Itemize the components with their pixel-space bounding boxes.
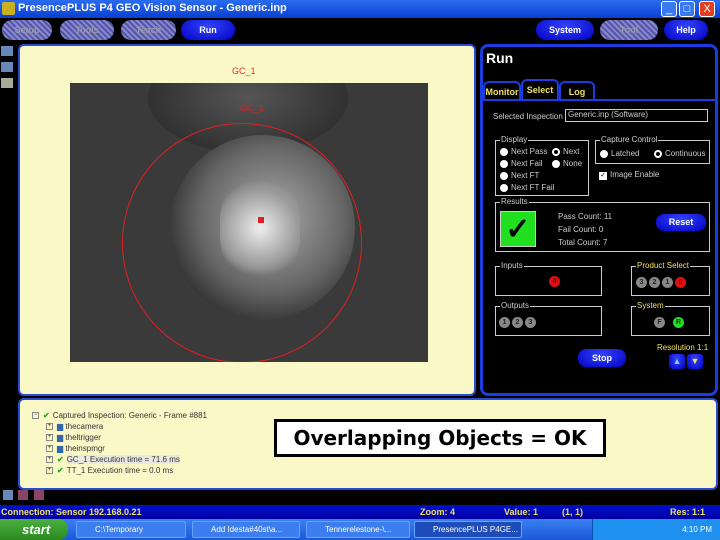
output-indicator: 1 [499,317,510,328]
product-select-group: Product Select 3210 [631,261,710,296]
teach-button[interactable]: Teach [121,20,176,40]
window-title: PresencePLUS P4 GEO Vision Sensor - Gene… [18,2,287,14]
radio-next-pass[interactable]: Next Pass [500,147,547,156]
radio-latched[interactable]: Latched [600,149,639,158]
run-title: Run [486,50,514,66]
tool-circle [122,123,362,362]
system-tray: 4:10 PM [592,519,720,540]
tree-root[interactable]: − ✔ Captured Inspection: Generic - Frame #… [32,411,207,420]
resolution-down-button[interactable]: ▼ [687,354,703,369]
fail-count: Fail Count: 0 [558,225,604,234]
radio-next-ft[interactable]: Next FT [500,171,539,180]
coords-status: (1, 1) [562,507,584,517]
display-group: Display Next Pass Next Fail Next FT Next… [495,135,589,196]
taskbar-item[interactable]: Add Idesta#40st\a... [192,521,300,538]
tools-button[interactable]: Tools [60,20,114,40]
radio-continuous[interactable]: Continuous [654,149,705,158]
radio-next-ft-fail[interactable]: Next FT Fail [500,183,554,192]
zoom-status: Zoom: 4 [420,507,455,517]
tool-button[interactable]: Tool [600,20,658,40]
results-group: Results ✓ Pass Count: 11 Fail Count: 0 T… [495,197,710,252]
outputs-label: Outputs [500,301,531,310]
tree-item[interactable]: + ▆ thecamera [46,422,103,431]
pass-count: Pass Count: 11 [558,212,613,221]
selected-inspection-field[interactable]: Generic.inp (Software) [565,109,708,122]
app-icon [2,2,15,15]
connection-status: Connection: Sensor 192.168.0.21 [1,507,142,517]
selected-inspection-label: Selected Inspection [493,112,563,121]
tab-monitor[interactable]: Monitor [483,81,521,101]
output-indicator: 3 [525,317,536,328]
run-button[interactable]: Run [181,20,235,40]
connect-icon[interactable] [3,490,13,500]
radio-next-fail[interactable]: Next Fail [500,159,543,168]
stop-button[interactable]: Stop [578,349,626,367]
pan-tool-icon[interactable] [1,62,13,72]
product-select-label: Product Select [636,261,691,270]
output-indicator: 2 [512,317,523,328]
capture-control-group: Capture Control Latched Continuous [595,135,710,164]
tool-label-top: GC_1 [232,66,256,76]
display-label: Display [500,135,529,144]
help-button[interactable]: Help [664,20,708,40]
res-status: Res: 1:1 [670,507,706,517]
status-bar: Connection: Sensor 192.168.0.21 Zoom: 4 … [0,505,720,519]
start-button[interactable]: start [0,519,68,540]
tree-item[interactable]: + ▆ theltrigger [46,433,101,442]
radio-none[interactable]: None [552,159,582,168]
results-label: Results [500,197,529,206]
inputs-group: Inputs 4 [495,261,602,296]
tab-select[interactable]: Select [521,79,559,99]
clock: 4:10 PM [682,525,712,534]
radio-next[interactable]: Next [552,147,579,156]
tool-label-red: GC_1 [240,103,264,113]
system-label: System [636,301,665,310]
capture-control-label: Capture Control [600,135,659,144]
network-icon[interactable] [34,490,44,500]
minimize-button[interactable]: _ [661,1,677,17]
setup-button[interactable]: Setup [2,20,52,40]
tree-item[interactable]: + ✔ GC_1 Execution time = 71.6 ms [46,455,180,464]
pointer-tool-icon[interactable] [1,78,13,88]
reset-button[interactable]: Reset [656,214,706,231]
resolution-up-button[interactable]: ▲ [669,354,685,369]
product-indicator: 2 [649,277,660,288]
run-panel: Run Monitor Select Log Selected Inspecti… [480,44,718,396]
inputs-label: Inputs [500,261,524,270]
image-enable-checkbox[interactable]: ✓ Image Enable [599,170,659,180]
taskbar-item[interactable]: C:\Temporary [76,521,186,538]
taskbar-item-active[interactable]: PresencePLUS P4GE... [414,521,522,538]
tool-center-marker [258,217,264,223]
camera-image[interactable]: GC_1 [70,83,428,362]
system-indicator: R [673,317,684,328]
tab-log[interactable]: Log [559,81,595,101]
tree-item[interactable]: + ✔ TT_1 Execution time = 0.0 ms [46,466,173,475]
system-button[interactable]: System [536,20,594,40]
input-indicator: 4 [549,276,560,287]
product-indicator: 0 [675,277,686,288]
tree-item[interactable]: + ▆ theinspmgr [46,444,105,453]
total-count: Total Count: 7 [558,238,608,247]
title-bar: PresencePLUS P4 GEO Vision Sensor - Gene… [0,0,720,18]
disconnect-icon[interactable] [18,490,28,500]
outputs-group: Outputs 123 [495,301,602,336]
resolution-label: Resolution 1:1 [657,343,709,352]
overlay-caption: Overlapping Objects = OK [274,419,606,457]
system-indicator: F [654,317,665,328]
taskbar-item[interactable]: Tennerelestone-\... [306,521,410,538]
maximize-button[interactable]: □ [679,1,695,17]
product-indicator: 1 [662,277,673,288]
system-group: System FR [631,301,710,336]
zoom-tool-icon[interactable] [1,46,13,56]
pass-check-icon: ✓ [500,211,536,247]
close-button[interactable]: X [699,1,715,17]
value-status: Value: 1 [504,507,539,517]
product-indicator: 3 [636,277,647,288]
